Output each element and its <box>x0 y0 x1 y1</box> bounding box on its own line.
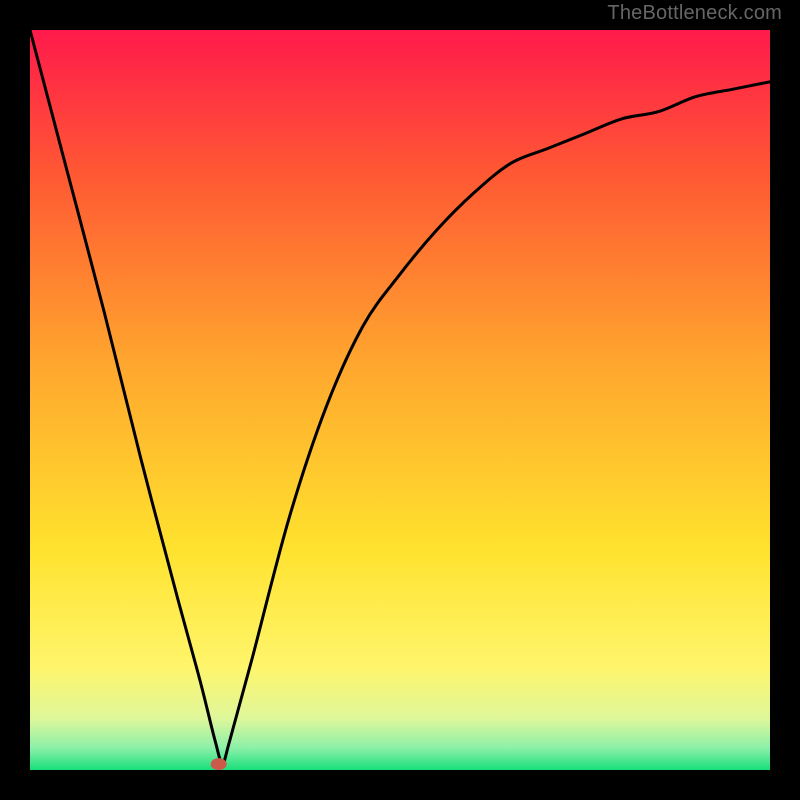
plot-area <box>30 30 770 770</box>
watermark-text: TheBottleneck.com <box>607 2 782 25</box>
gradient-background <box>30 30 770 770</box>
optimal-point-marker <box>211 758 227 770</box>
chart-frame: TheBottleneck.com <box>0 0 800 800</box>
bottleneck-chart <box>30 30 770 770</box>
